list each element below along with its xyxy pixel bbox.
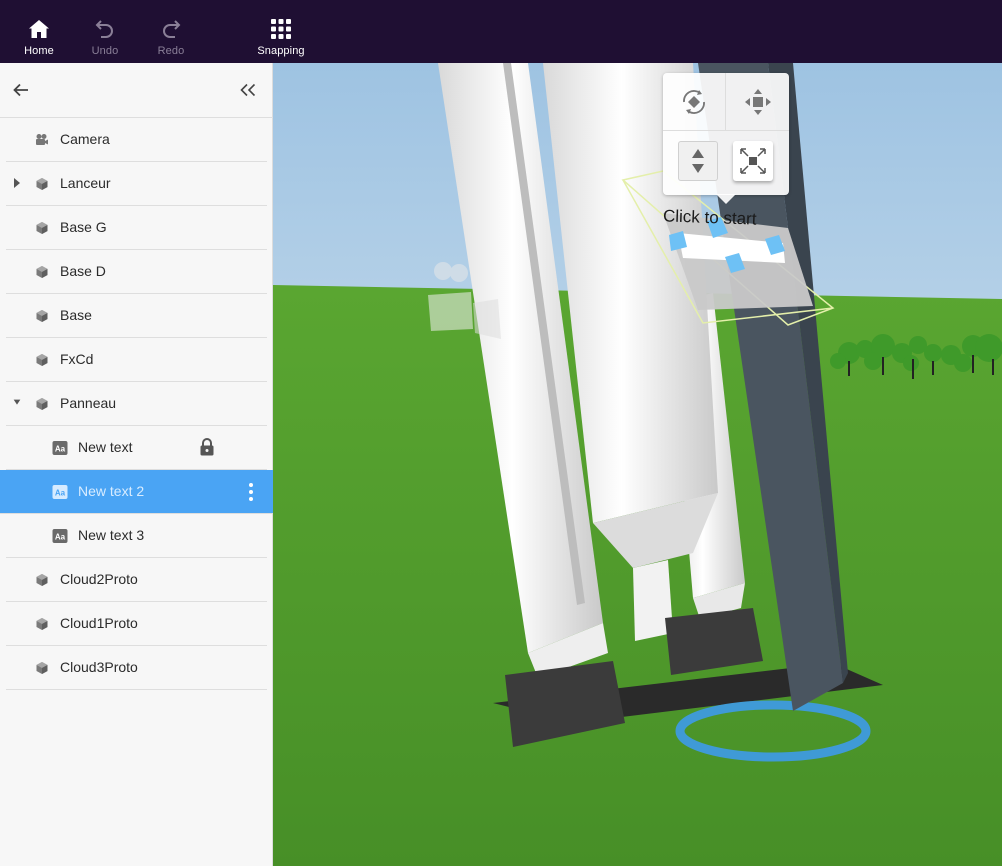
top-toolbar: Home Undo Redo Snapping — [0, 0, 1002, 63]
camera-icon — [36, 134, 48, 145]
tree-item-label: Camera — [60, 131, 110, 147]
tree-item-new-text[interactable]: Aa New text — [6, 426, 267, 470]
cube-icon — [36, 574, 48, 586]
text-icon: Aa — [52, 441, 68, 455]
tree-item-base-g[interactable]: Base G — [6, 206, 267, 250]
svg-text:Aa: Aa — [55, 445, 66, 454]
cube-icon — [36, 398, 48, 410]
cube-icon — [36, 310, 48, 322]
home-label: Home — [24, 45, 54, 57]
home-icon — [28, 17, 50, 41]
transform-gizmo — [663, 73, 789, 204]
tree-item-label: Cloud3Proto — [60, 659, 138, 675]
text-icon: Aa — [52, 529, 68, 543]
more-options-icon[interactable] — [248, 482, 254, 502]
move-mode-button[interactable] — [726, 73, 789, 131]
grid-icon — [270, 17, 292, 41]
tree-item-new-text-3[interactable]: Aa New text 3 — [6, 514, 267, 558]
scale-mode-button[interactable] — [733, 141, 773, 181]
tree-item-base[interactable]: Base — [6, 294, 267, 338]
scale-icon — [740, 148, 766, 174]
rotate-icon — [683, 89, 705, 114]
vertical-arrows-icon — [692, 149, 704, 173]
redo-label: Redo — [157, 45, 185, 57]
redo-button[interactable]: Redo — [151, 0, 191, 63]
double-chevron-left-icon — [240, 83, 256, 97]
caret-right-icon[interactable] — [12, 177, 22, 189]
tree-item-cloud3proto[interactable]: Cloud3Proto — [6, 646, 267, 690]
svg-text:Aa: Aa — [55, 533, 66, 542]
scene-render[interactable] — [273, 63, 1002, 866]
cube-icon — [36, 266, 48, 278]
collapse-panel-button[interactable] — [236, 79, 260, 101]
scene-text-object[interactable]: Click to start — [663, 206, 757, 229]
tree-item-label: New text 2 — [78, 483, 145, 499]
3d-viewport[interactable]: Click to start — [273, 63, 1002, 866]
cube-icon — [36, 354, 48, 366]
snapping-button[interactable]: Snapping — [254, 0, 308, 63]
popover-arrow — [716, 194, 736, 204]
tree-item-lanceur[interactable]: Lanceur — [6, 162, 267, 206]
cube-icon — [36, 178, 48, 190]
tree-item-label: New text — [78, 439, 133, 455]
tree-item-label: Cloud2Proto — [60, 571, 138, 587]
tree-item-cloud2proto[interactable]: Cloud2Proto — [6, 558, 267, 602]
snapping-label: Snapping — [257, 45, 305, 57]
tree-item-label: Cloud1Proto — [60, 615, 138, 631]
cube-icon — [36, 662, 48, 674]
scene-tree-panel: Camera Lanceur Base G Base D Base FxCd P… — [0, 63, 273, 866]
panel-header — [0, 63, 273, 118]
scene-tree: Camera Lanceur Base G Base D Base FxCd P… — [0, 118, 273, 690]
cube-icon — [36, 618, 48, 630]
tree-item-label: Lanceur — [60, 175, 111, 191]
arrow-left-icon — [13, 83, 28, 97]
tree-item-base-d[interactable]: Base D — [6, 250, 267, 294]
undo-label: Undo — [91, 45, 119, 57]
tree-item-label: Panneau — [60, 395, 117, 411]
move-icon — [744, 88, 771, 115]
tree-item-label: Base — [60, 307, 92, 323]
cube-icon — [36, 222, 48, 234]
svg-text:Aa: Aa — [55, 489, 66, 498]
tree-item-fxcd[interactable]: FxCd — [6, 338, 267, 382]
undo-icon — [95, 17, 115, 41]
move-vertical-mode-button[interactable] — [678, 141, 718, 181]
tree-item-panneau[interactable]: Panneau — [6, 382, 267, 426]
rotate-mode-button[interactable] — [663, 73, 726, 131]
tree-item-label: FxCd — [60, 351, 94, 367]
lock-icon[interactable] — [199, 437, 215, 457]
tree-item-label: Base D — [60, 263, 106, 279]
redo-icon — [161, 17, 181, 41]
home-button[interactable]: Home — [19, 0, 59, 63]
tree-item-camera[interactable]: Camera — [6, 118, 267, 162]
back-button[interactable] — [10, 79, 32, 101]
tree-item-cloud1proto[interactable]: Cloud1Proto — [6, 602, 267, 646]
caret-down-icon[interactable] — [12, 398, 22, 408]
tree-item-new-text-2[interactable]: Aa New text 2 — [0, 470, 273, 514]
text-icon: Aa — [52, 485, 68, 499]
tree-item-label: Base G — [60, 219, 107, 235]
undo-button[interactable]: Undo — [85, 0, 125, 63]
tree-item-label: New text 3 — [78, 527, 145, 543]
